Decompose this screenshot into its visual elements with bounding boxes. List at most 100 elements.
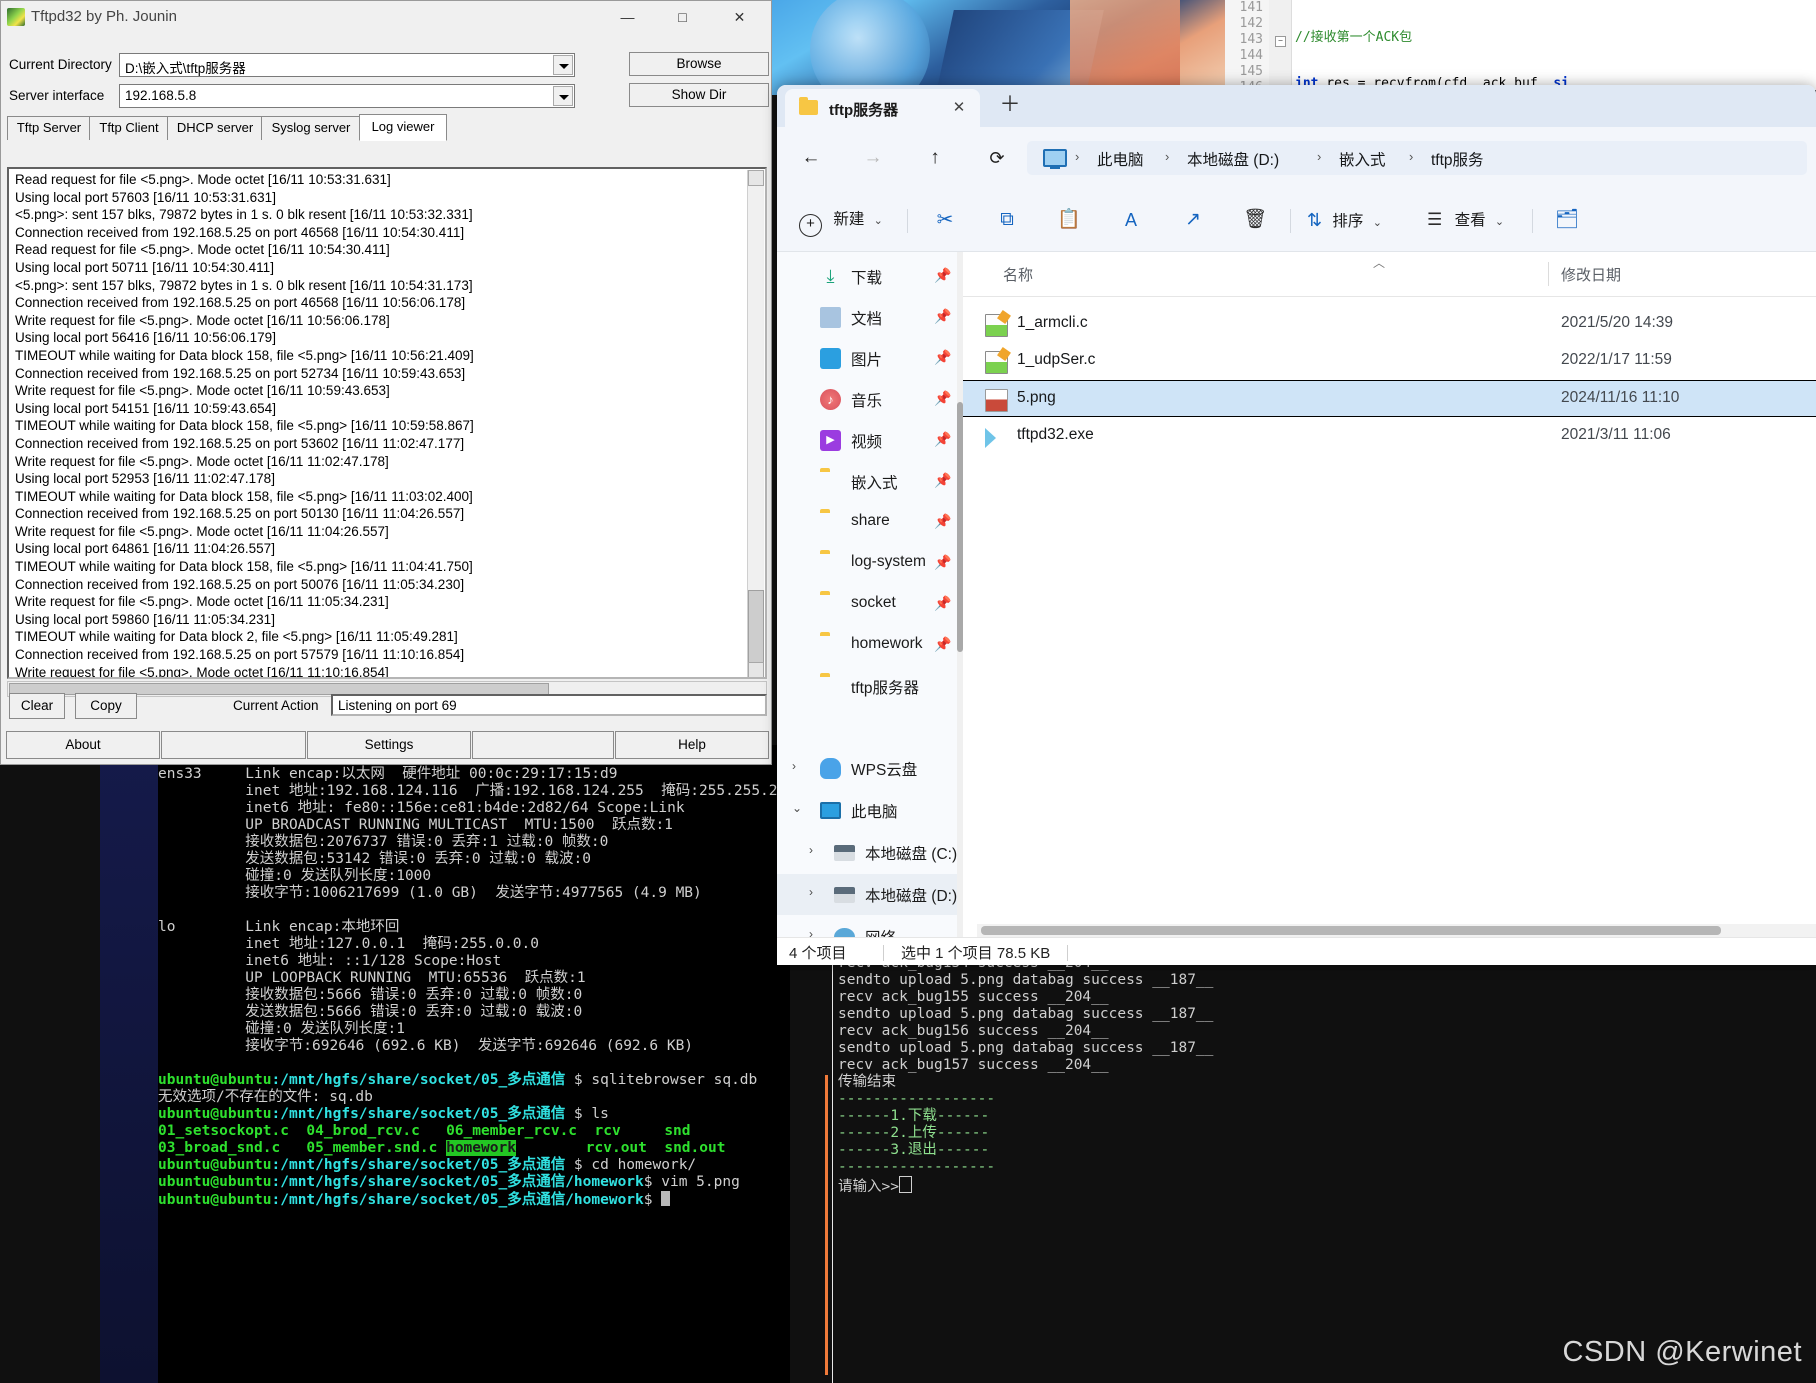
chevron-right-icon[interactable]: › [1409, 149, 1413, 164]
column-header-name[interactable]: 名称 [1003, 264, 1033, 285]
back-icon[interactable]: ← [792, 139, 830, 177]
chevron-down-icon[interactable]: ⌄ [874, 215, 883, 227]
forward-icon[interactable]: → [854, 139, 892, 177]
up-icon[interactable]: ↑ [916, 139, 954, 177]
log-viewer-panel[interactable]: Read request for file <5.png>. Mode octe… [7, 167, 767, 679]
pin-icon[interactable]: 📌 [934, 267, 951, 284]
table-row[interactable]: 1_armcli.c 2021/5/20 14:39 [963, 306, 1816, 343]
tftpd32-titlebar[interactable]: Tftpd32 by Ph. Jounin — □ ✕ [1, 1, 771, 35]
explorer-tab[interactable]: tftp服务器 ✕ [785, 89, 980, 127]
new-tab-icon[interactable]: ＋ [999, 94, 1021, 117]
scrollbar-thumb[interactable] [981, 926, 1721, 935]
file-list[interactable]: ︿ 名称 修改日期 1_armcli.c 2021/5/20 14:39 1_u… [963, 252, 1816, 965]
rename-icon[interactable]: A [1113, 203, 1149, 237]
explorer-sidebar[interactable]: ⤓ 下载 📌 文档 📌 图片 📌 ♪ 音乐 📌 ▶ 视频 📌 嵌入式 📌 sha… [777, 252, 962, 965]
pin-icon[interactable]: 📌 [934, 390, 951, 407]
sort-button[interactable]: ⇅ 排序 ⌄ [1307, 203, 1382, 237]
pin-icon[interactable]: 📌 [934, 636, 951, 653]
sidebar-item-drive-d[interactable]: › 本地磁盘 (D:) [777, 874, 962, 915]
sidebar-item-homework[interactable]: homework 📌 [777, 625, 962, 666]
minimize-button[interactable]: — [601, 1, 654, 34]
chevron-right-icon[interactable]: › [1075, 149, 1079, 164]
terminal-left-window[interactable]: ubuntu@ubuntu:/mnt/hgfs/share/socket/05_… [100, 745, 790, 1383]
share-icon[interactable]: ↗ [1175, 203, 1211, 237]
pin-icon[interactable]: 📌 [934, 513, 951, 530]
help-button[interactable]: Help [615, 731, 769, 759]
sidebar-item-embedded[interactable]: 嵌入式 📌 [777, 461, 962, 502]
tab-syslog-server[interactable]: Syslog server [261, 116, 361, 140]
settings-button[interactable]: Settings [307, 731, 471, 759]
column-header-date[interactable]: 修改日期 [1561, 264, 1621, 285]
chevron-right-icon[interactable]: › [792, 759, 796, 773]
table-row[interactable]: tftpd32.exe 2021/3/11 11:06 [963, 418, 1816, 455]
new-item-button[interactable]: + 新建 ⌄ [799, 203, 883, 237]
view-button[interactable]: ☰ 查看 ⌄ [1427, 203, 1504, 237]
sidebar-item-share[interactable]: share 📌 [777, 502, 962, 543]
current-directory-combo[interactable]: D:\嵌入式\tftp服务器 [119, 53, 575, 77]
address-bar[interactable]: › 此电脑 › 本地磁盘 (D:) › 嵌入式 › tftp服务 [1027, 141, 1807, 175]
chevron-down-icon[interactable] [553, 55, 573, 75]
pin-icon[interactable]: 📌 [934, 308, 951, 325]
chevron-down-icon[interactable]: ⌄ [1495, 216, 1504, 228]
tab-dhcp-server[interactable]: DHCP server [167, 116, 263, 140]
table-row[interactable]: 1_udpSer.c 2022/1/17 11:59 [963, 343, 1816, 380]
chevron-right-icon[interactable]: › [809, 885, 813, 899]
clear-button[interactable]: Clear [9, 693, 65, 719]
refresh-icon[interactable]: ⟳ [978, 139, 1016, 177]
sidebar-item-pictures[interactable]: 图片 📌 [777, 338, 962, 379]
pin-icon[interactable]: 📌 [934, 595, 951, 612]
terminal-left-output[interactable]: ubuntu@ubuntu:/mnt/hgfs/share/socket/05_… [158, 745, 790, 1383]
chevron-down-icon[interactable]: ⌄ [792, 801, 802, 815]
more-icon[interactable]: 🗂 [1549, 203, 1585, 237]
code-editor-window[interactable]: 141 142 143 144 145 146 − //接收第一个ACK包 in… [1225, 0, 1816, 90]
chevron-right-icon[interactable]: › [809, 843, 813, 857]
file-list-horizontal-scrollbar[interactable] [977, 924, 1816, 937]
tftpd32-window[interactable]: Tftpd32 by Ph. Jounin — □ ✕ Current Dire… [0, 0, 772, 765]
close-button[interactable]: ✕ [713, 1, 766, 34]
pin-icon[interactable]: 📌 [934, 431, 951, 448]
chevron-right-icon[interactable]: › [1165, 149, 1169, 164]
tab-tftp-client[interactable]: Tftp Client [89, 116, 169, 140]
maximize-button[interactable]: □ [656, 1, 709, 34]
pin-icon[interactable]: 📌 [934, 349, 951, 366]
table-row[interactable]: 5.png 2024/11/16 11:10 [963, 380, 1816, 417]
code-fold-toggle-icon[interactable]: − [1275, 36, 1286, 47]
about-button[interactable]: About [6, 731, 160, 759]
file-explorer-window[interactable]: tftp服务器 ✕ ＋ ← → ↑ ⟳ › 此电脑 › 本地磁盘 (D:) › … [777, 85, 1816, 965]
chevron-down-icon[interactable] [553, 86, 573, 106]
sidebar-item-drive-c[interactable]: › 本地磁盘 (C:) [777, 832, 962, 873]
sidebar-item-downloads[interactable]: ⤓ 下载 📌 [777, 256, 962, 297]
breadcrumb-item-2[interactable]: 嵌入式 [1339, 148, 1386, 170]
scrollbar-thumb[interactable] [748, 590, 764, 672]
log-vertical-scrollbar[interactable] [747, 170, 764, 677]
show-dir-button[interactable]: Show Dir [629, 83, 769, 107]
sidebar-item-this-pc[interactable]: ⌄ 此电脑 [777, 790, 962, 831]
close-icon[interactable]: ✕ [950, 99, 968, 117]
chevron-down-icon[interactable]: ⌄ [1373, 217, 1382, 229]
delete-icon[interactable]: 🗑 [1237, 203, 1273, 237]
terminal-right-output[interactable]: recv ack_bug154 success __204__ sendto u… [838, 955, 1816, 1383]
sidebar-item-videos[interactable]: ▶ 视频 📌 [777, 420, 962, 461]
scroll-down-icon[interactable] [748, 662, 764, 677]
pin-icon[interactable]: 📌 [934, 554, 951, 571]
breadcrumb-item-0[interactable]: 此电脑 [1097, 148, 1144, 170]
sidebar-item-documents[interactable]: 文档 📌 [777, 297, 962, 338]
paste-icon[interactable]: 📋 [1051, 203, 1087, 237]
copy-icon[interactable]: ⧉ [989, 203, 1025, 237]
sidebar-item-tftp-server[interactable]: tftp服务器 [777, 666, 962, 707]
browse-button[interactable]: Browse [629, 52, 769, 76]
sidebar-item-log-system[interactable]: log-system 📌 [777, 543, 962, 584]
breadcrumb-item-3[interactable]: tftp服务 [1431, 148, 1484, 170]
sidebar-item-wps-cloud[interactable]: › WPS云盘 [777, 748, 962, 789]
tab-tftp-server[interactable]: Tftp Server [7, 116, 91, 140]
pin-icon[interactable]: 📌 [934, 472, 951, 489]
sidebar-item-music[interactable]: ♪ 音乐 📌 [777, 379, 962, 420]
cut-icon[interactable]: ✂ [927, 203, 963, 237]
copy-button[interactable]: Copy [75, 693, 137, 719]
terminal-right-window[interactable]: recv ack_bug154 success __204__ sendto u… [810, 955, 1816, 1383]
chevron-right-icon[interactable]: › [1317, 149, 1321, 164]
server-interface-combo[interactable]: 192.168.5.8 [119, 84, 575, 108]
sidebar-item-socket[interactable]: socket 📌 [777, 584, 962, 625]
tab-log-viewer[interactable]: Log viewer [359, 114, 447, 141]
scroll-up-icon[interactable] [748, 170, 764, 186]
